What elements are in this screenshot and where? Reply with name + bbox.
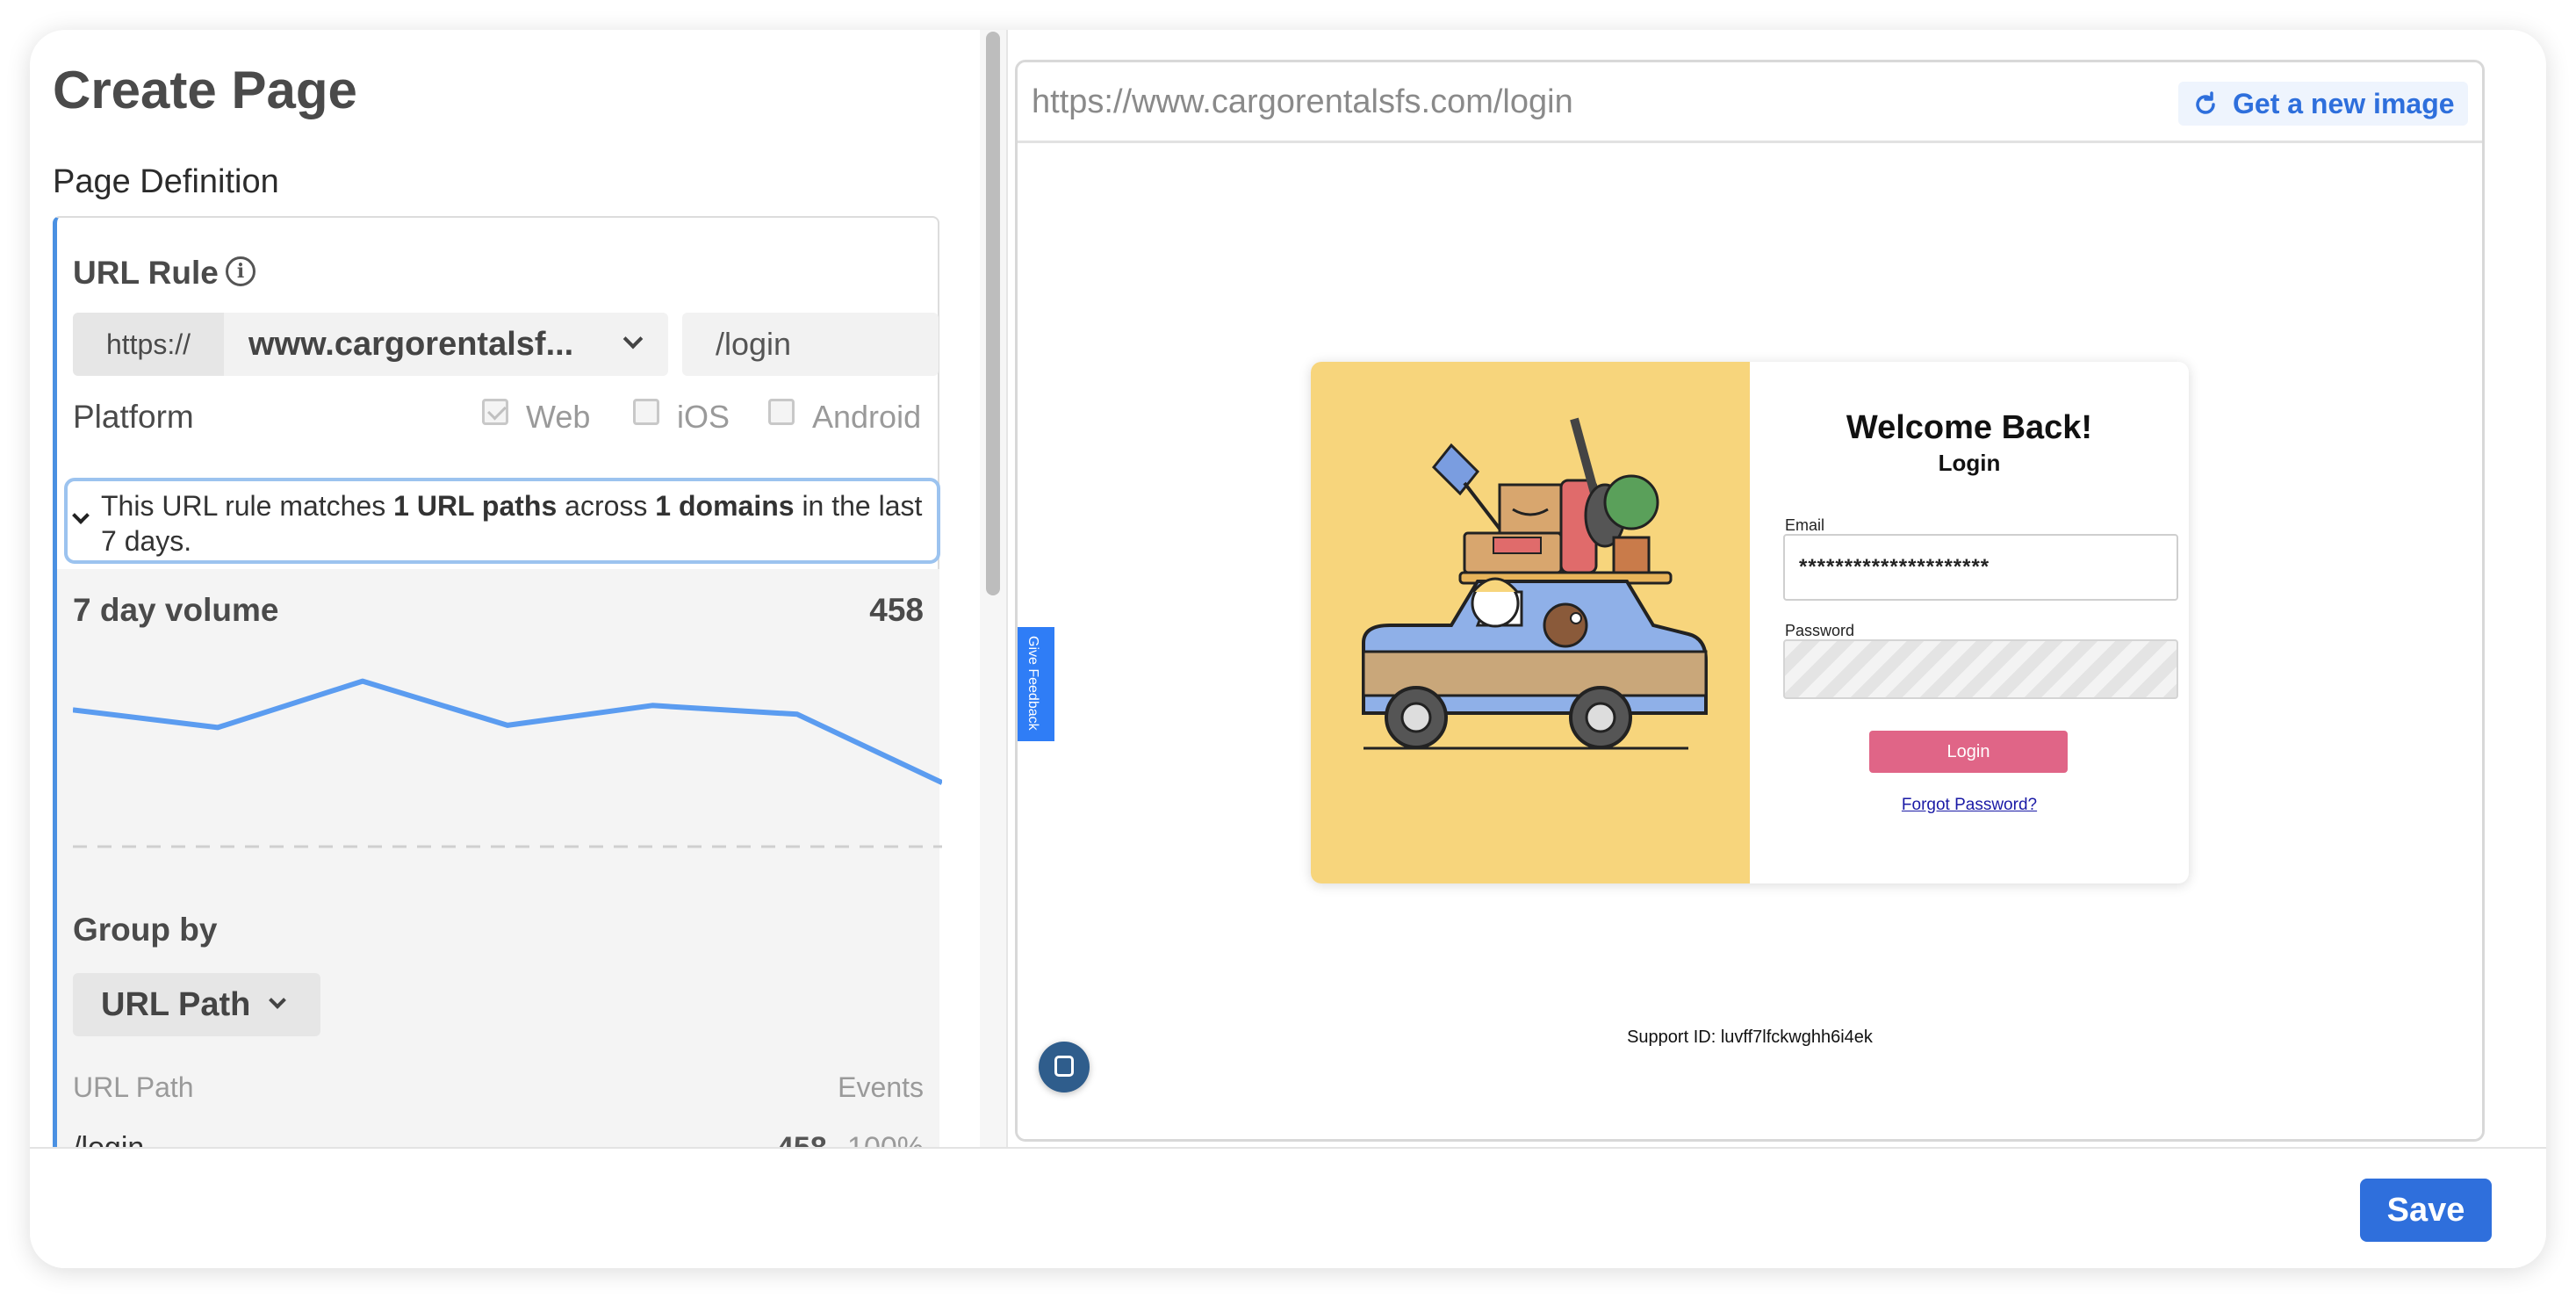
web-checkbox[interactable]	[482, 399, 508, 425]
volume-label: 7 day volume	[73, 592, 279, 628]
give-feedback-tab[interactable]: Give Feedback	[1018, 627, 1054, 741]
save-button[interactable]: Save	[2360, 1179, 2492, 1242]
info-icon[interactable]: i	[226, 256, 255, 286]
scrollbar-thumb[interactable]	[986, 32, 1000, 595]
ios-label: iOS	[677, 399, 730, 435]
platform-label: Platform	[73, 399, 194, 435]
create-page-modal: Create Page Page Definition URL Rule i h…	[30, 30, 2546, 1268]
android-label: Android	[812, 399, 922, 435]
domain-value: www.cargorentalsf...	[248, 326, 574, 363]
path-input[interactable]	[682, 313, 939, 376]
chevron-down-icon	[269, 992, 286, 1009]
email-field: *********************	[1783, 534, 2178, 601]
login-card: Welcome Back! Login Email **************…	[1311, 362, 2189, 883]
password-field	[1783, 639, 2178, 699]
domain-select[interactable]: www.cargorentalsf...	[224, 313, 668, 376]
left-panel-scrollbar[interactable]	[980, 30, 1006, 1147]
page-preview: https://www.cargorentalsfs.com/login Get…	[1015, 60, 2485, 1142]
page-definition-panel: Create Page Page Definition URL Rule i h…	[30, 30, 978, 1147]
group-by-value: URL Path	[101, 986, 251, 1023]
group-by-select[interactable]: URL Path	[73, 973, 320, 1036]
refresh-icon	[2196, 91, 2215, 114]
row-path: /login	[73, 1131, 144, 1147]
volume-total: 458	[869, 592, 924, 628]
login-title: Welcome Back!	[1846, 409, 2093, 446]
preview-screenshot: Give Feedback Welcome Back! Login Email …	[1018, 146, 2482, 1139]
password-label: Password	[1785, 622, 1855, 639]
path-count: 1 URL paths	[393, 490, 558, 522]
get-new-image-button[interactable]: Get a new image	[2178, 82, 2468, 126]
forgot-password-link: Forgot Password?	[1901, 796, 2038, 814]
row-count: 458	[777, 1131, 827, 1147]
give-feedback-label: Give Feedback	[1025, 636, 1040, 731]
section-title: Page Definition	[53, 163, 279, 200]
preview-url: https://www.cargorentalsfs.com/login	[1032, 83, 1573, 120]
group-by-label: Group by	[73, 912, 218, 948]
car-illustration-art	[1362, 417, 1708, 750]
ios-checkbox[interactable]	[633, 399, 659, 425]
url-rule-label: URL Rule	[73, 255, 219, 291]
get-new-image-label: Get a new image	[2233, 87, 2455, 119]
login-subtitle: Login	[1938, 450, 2001, 476]
chevron-down-icon	[72, 507, 90, 524]
volume-section: 7 day volume 458 Group by URL Path URL P…	[57, 569, 942, 1147]
car-illustration	[1311, 362, 1750, 883]
chevron-down-icon	[622, 328, 644, 350]
page-title: Create Page	[53, 61, 357, 119]
protocol-label: https://	[73, 313, 224, 376]
web-label: Web	[526, 399, 591, 435]
volume-sparkline	[73, 678, 942, 848]
row-percent: 100%	[847, 1131, 924, 1147]
column-header-events: Events	[838, 1071, 924, 1103]
modal-footer: Save	[30, 1147, 2546, 1268]
login-button: Login	[1869, 731, 2068, 773]
column-header-url-path: URL Path	[73, 1071, 194, 1103]
chat-icon	[1054, 1056, 1074, 1077]
sparkline-series	[73, 678, 942, 785]
panel-divider	[1006, 30, 1008, 1147]
url-match-summary[interactable]: This URL rule matches 1 URL paths across…	[64, 478, 940, 564]
email-label: Email	[1785, 516, 1825, 534]
android-checkbox[interactable]	[768, 399, 795, 425]
url-rule-card: URL Rule i https:// www.cargorentalsf...…	[53, 216, 942, 1147]
chat-launcher[interactable]	[1039, 1042, 1090, 1092]
match-summary-text: This URL rule matches 1 URL paths across…	[101, 490, 923, 557]
preview-url-bar: https://www.cargorentalsfs.com/login Get…	[1018, 62, 2482, 143]
support-id: Support ID: luvff7lfckwghh6i4ek	[1627, 1028, 1873, 1047]
url-rule-row: https:// www.cargorentalsf...	[73, 313, 942, 376]
domain-count: 1 domains	[655, 490, 795, 522]
